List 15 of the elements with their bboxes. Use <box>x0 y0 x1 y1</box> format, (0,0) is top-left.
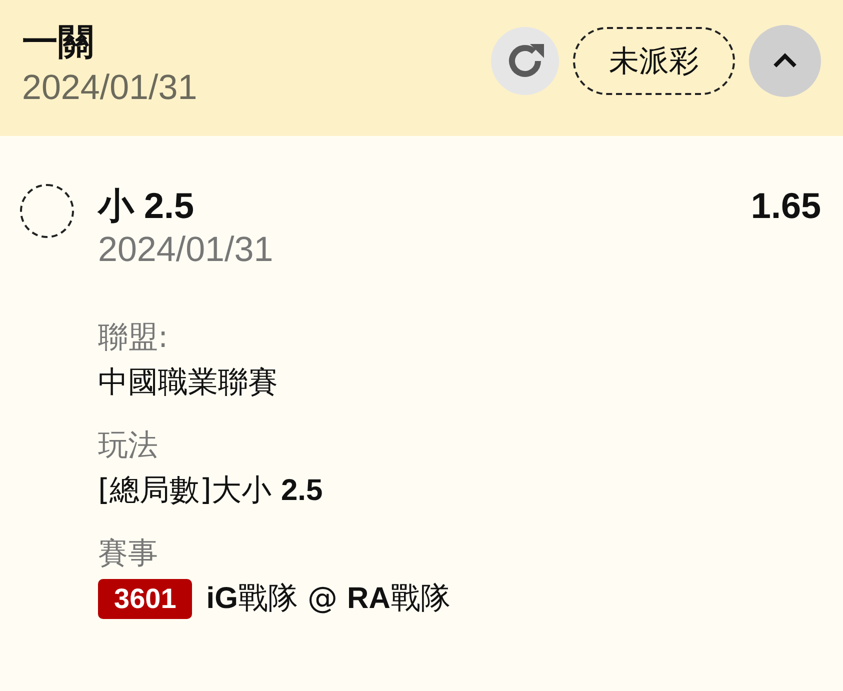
field-value: 中國職業聯賽 <box>98 364 278 402</box>
title: 一關 <box>22 21 95 65</box>
field-value: iG戰隊 @ RA戰隊 <box>206 580 450 618</box>
field-value: [總局數]大小 2.5 <box>98 472 323 510</box>
field-label: 聯盟: <box>98 319 170 357</box>
odds: 1.65 <box>750 184 821 228</box>
selection-name: 小 2.5 <box>98 184 194 228</box>
status-button[interactable]: 未派彩 <box>573 27 735 95</box>
match-id-badge: 3601 <box>98 579 192 619</box>
field-label: 賽事 <box>98 535 159 573</box>
radio-button[interactable] <box>20 184 74 238</box>
field-label: 玩法 <box>98 427 159 465</box>
selection-date: 2024/01/31 <box>98 229 274 271</box>
chevron-icon <box>772 53 798 69</box>
date: 2024/01/31 <box>22 67 198 109</box>
